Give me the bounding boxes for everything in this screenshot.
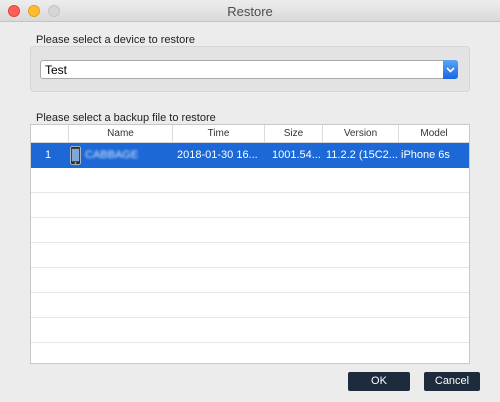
restore-window: Restore Please select a device to restor… (0, 0, 500, 402)
backup-size: 1001.54... (272, 149, 321, 161)
empty-row (31, 268, 469, 293)
column-header-model[interactable]: Model (399, 125, 469, 142)
empty-row (31, 193, 469, 218)
column-header-version[interactable]: Version (323, 125, 399, 142)
chevron-down-icon[interactable] (443, 60, 458, 79)
device-select-value: Test (45, 63, 68, 77)
backup-time: 2018-01-30 16... (177, 149, 258, 161)
column-header-time[interactable]: Time (173, 125, 265, 142)
column-header-name[interactable]: Name (69, 125, 173, 142)
column-header-index (31, 125, 69, 142)
empty-row (31, 318, 469, 343)
table-header: Name Time Size Version Model (31, 125, 469, 143)
title-bar: Restore (0, 0, 500, 22)
backup-table: Name Time Size Version Model 1 CABBAGE 2… (30, 124, 470, 364)
empty-row (31, 343, 469, 363)
column-header-size[interactable]: Size (265, 125, 323, 142)
device-select[interactable]: Test (40, 60, 458, 79)
backup-version: 11.2.2 (15C2... (326, 149, 398, 161)
backup-row[interactable]: 1 CABBAGE 2018-01-30 16... 1001.54... 11… (31, 143, 469, 168)
ok-button[interactable]: OK (348, 372, 410, 391)
backup-name: CABBAGE (85, 149, 139, 161)
window-title: Restore (227, 4, 273, 19)
device-section-label: Please select a device to restore (36, 34, 195, 46)
empty-row (31, 218, 469, 243)
empty-row (31, 168, 469, 193)
cancel-button[interactable]: Cancel (424, 372, 480, 391)
empty-row (31, 293, 469, 318)
backup-model: iPhone 6s (401, 149, 450, 161)
phone-icon (70, 146, 81, 165)
row-index: 1 (45, 149, 52, 161)
empty-row (31, 243, 469, 268)
backup-section-label: Please select a backup file to restore (36, 112, 216, 124)
